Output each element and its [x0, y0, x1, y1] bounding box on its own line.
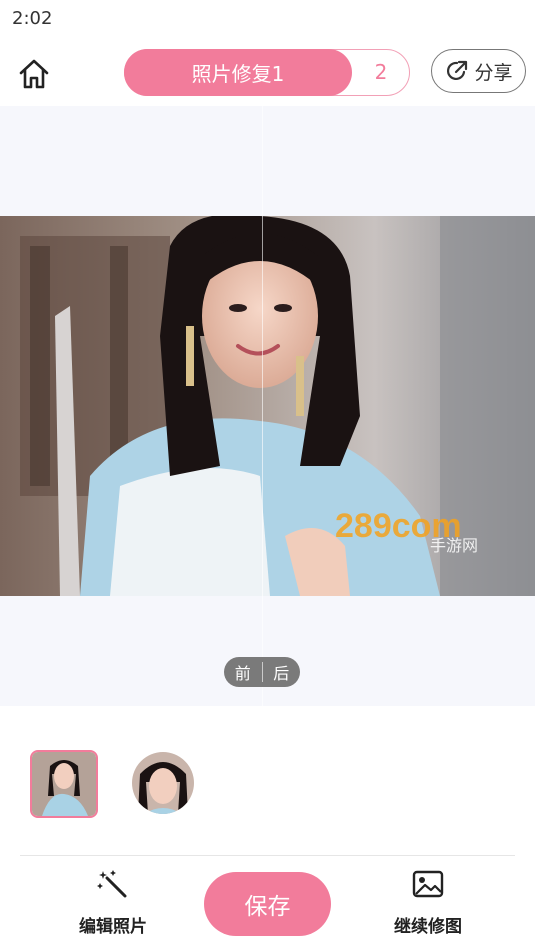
- top-bar: 照片修复1 2 分享: [0, 40, 535, 104]
- home-icon: [19, 59, 49, 89]
- status-bar: 2:02: [0, 0, 535, 36]
- before-label[interactable]: 前: [224, 657, 262, 687]
- share-label: 分享: [474, 61, 513, 84]
- before-after-toggle[interactable]: 前 后: [224, 657, 300, 687]
- continue-edit-label: 继续修图: [394, 917, 462, 937]
- magic-wand-icon: [97, 870, 127, 898]
- restored-photo: 289com 手游网: [0, 216, 535, 596]
- share-button[interactable]: 分享: [431, 49, 526, 93]
- save-button[interactable]: 保存: [204, 872, 331, 936]
- home-button[interactable]: [14, 54, 54, 94]
- compare-divider[interactable]: [262, 106, 263, 706]
- photo-tabs: 照片修复1 2: [124, 49, 410, 96]
- thumbnail-portrait[interactable]: [132, 752, 194, 814]
- thumbnail-original[interactable]: [30, 750, 98, 818]
- continue-edit-button[interactable]: 继续修图: [378, 868, 478, 944]
- tab-photo-2[interactable]: 2: [353, 50, 409, 94]
- watermark-sub: 手游网: [430, 536, 478, 555]
- share-icon: [447, 60, 468, 81]
- image-edit-icon: [412, 870, 444, 898]
- edit-photo-label: 编辑照片: [79, 917, 147, 937]
- bottom-divider: [20, 855, 515, 856]
- bottom-toolbar: 编辑照片 保存 继续修图: [0, 860, 535, 951]
- thumbnail-strip: [0, 740, 535, 830]
- edit-photo-button[interactable]: 编辑照片: [68, 868, 158, 944]
- tab-photo-1[interactable]: 照片修复1: [124, 49, 352, 96]
- photo-preview[interactable]: 289com 手游网 前 后: [0, 106, 535, 706]
- after-label[interactable]: 后: [263, 657, 301, 687]
- status-time: 2:02: [12, 8, 53, 29]
